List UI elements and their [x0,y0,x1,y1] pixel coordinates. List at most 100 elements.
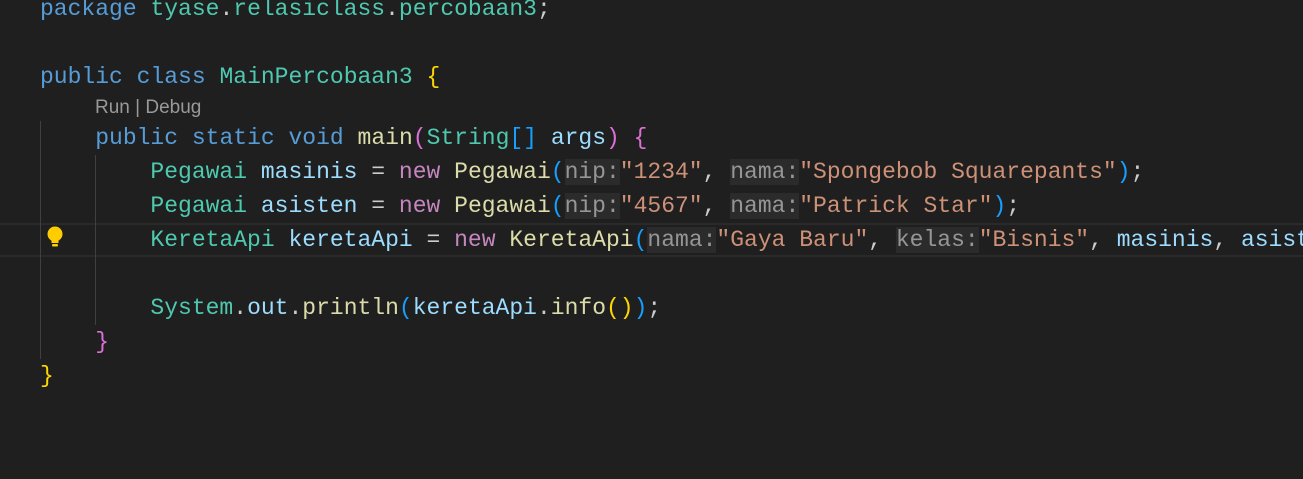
variable: asisten [1240,227,1303,253]
punctuation [440,193,454,219]
inlay-hint: nama: [647,227,717,253]
punctuation: . [385,0,399,22]
string-literal: "Patrick Star" [799,193,993,219]
code-line[interactable]: Pegawai masinis = new Pegawai(nip:"1234"… [0,155,1303,189]
punctuation: = [357,193,399,219]
punctuation: . [288,295,303,321]
bracket: { [633,125,648,151]
string-literal: "4567" [619,193,703,219]
keyword: class [136,64,206,90]
type-name: relasiclass [233,0,386,22]
code-line[interactable] [0,26,1303,60]
punctuation [247,159,261,185]
string-literal: "Spongebob Squarepants" [799,159,1117,185]
function-name: println [302,295,399,321]
code-editor[interactable]: package tyase.relasiclass.percobaan3; pub… [0,0,1303,393]
punctuation: ; [1006,193,1021,219]
code-line[interactable]: public static void main(String[] args) { [0,121,1303,155]
punctuation: , [702,159,731,185]
function-name: Pegawai [454,193,551,219]
function-name: info [550,295,606,321]
lightbulb-icon[interactable] [46,226,64,248]
punctuation: . [219,0,234,22]
punctuation [275,227,289,253]
indent-guide [95,155,96,325]
punctuation: . [233,295,248,321]
punctuation: , [1089,227,1117,253]
punctuation [344,125,358,151]
string-literal: "1234" [619,159,703,185]
punctuation [137,0,151,22]
type-name: tyase [150,0,220,22]
variable: keretaApi [412,295,537,321]
bracket: ( [412,125,427,151]
punctuation [496,227,510,253]
run-link[interactable]: Run [95,97,130,118]
punctuation: ; [1130,159,1145,185]
keyword-new: new [398,159,441,185]
type-name: percobaan3 [398,0,537,22]
function-name: Pegawai [454,159,551,185]
keyword: void [288,125,344,151]
code-line[interactable]: KeretaApi keretaApi = new KeretaApi(nama… [0,223,1303,257]
variable: masinis [1116,227,1214,253]
bracket: ) [633,295,648,321]
bracket: { [426,64,441,90]
function-name: main [357,125,413,151]
bracket: ) [606,125,620,151]
code-line[interactable]: } [0,325,1303,359]
type-name: Pegawai [150,159,248,185]
punctuation: . [536,295,551,321]
punctuation [413,64,427,90]
variable: args [550,125,607,151]
punctuation: ; [536,0,551,22]
punctuation [275,125,289,151]
function-name: KeretaApi [509,227,634,253]
keyword: package [40,0,137,22]
type-name: MainPercobaan3 [219,64,413,90]
type-name: System [150,295,234,321]
variable: keretaApi [288,227,413,253]
inlay-hint: nip: [564,159,620,185]
punctuation: = [412,227,455,253]
type-name: KeretaApi [150,227,275,253]
keyword: public [95,125,179,151]
code-line[interactable]: public class MainPercobaan3 { [0,60,1303,94]
variable: masinis [260,159,358,185]
punctuation: , [702,193,731,219]
bracket: [] [509,125,537,151]
indent-guide [40,121,41,359]
punctuation [123,64,137,90]
punctuation: = [357,159,399,185]
code-line[interactable]: package tyase.relasiclass.percobaan3; [0,0,1303,26]
inlay-hint: kelas: [895,227,979,253]
bracket: } [40,363,54,389]
bracket: ) [992,193,1007,219]
variable: asisten [260,193,358,219]
type-name: String [426,125,510,151]
keyword: public [40,64,123,90]
code-line[interactable]: System.out.println(keretaApi.info()); [0,291,1303,325]
bracket: ( [398,295,413,321]
type-name: Pegawai [150,193,248,219]
codelens: Run | Debug [0,94,1303,121]
code-line[interactable]: Pegawai asisten = new Pegawai(nip:"4567"… [0,189,1303,223]
code-line[interactable]: } [0,359,1303,393]
inlay-hint: nama: [730,193,800,219]
debug-link[interactable]: Debug [145,97,201,118]
code-line[interactable] [0,257,1303,291]
punctuation: ; [647,295,662,321]
bracket: } [95,329,110,355]
punctuation [440,159,454,185]
variable: out [247,295,289,321]
punctuation [537,125,551,151]
bracket: ( [550,159,565,185]
inlay-hint: nip: [564,193,620,219]
keyword: static [191,125,275,151]
punctuation [247,193,261,219]
string-literal: "Gaya Baru" [716,227,869,253]
keyword-new: new [398,193,441,219]
punctuation: , [868,227,896,253]
